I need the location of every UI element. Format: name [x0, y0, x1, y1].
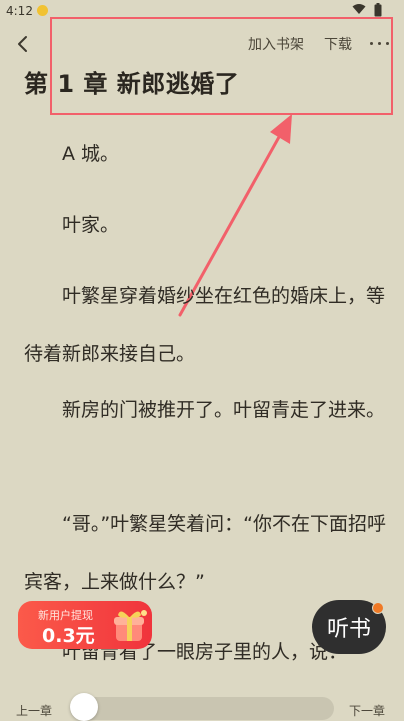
add-to-shelf-button[interactable]: 加入书架 [248, 34, 304, 54]
more-icon[interactable] [369, 37, 391, 49]
chapter-progress-slider[interactable] [70, 697, 334, 720]
chevron-left-icon [18, 36, 27, 52]
paragraph: 新房的门被推开了。叶留青走了进来。 [62, 399, 386, 421]
new-user-withdraw-badge[interactable]: 新用户提现 0.3元 [18, 601, 152, 649]
status-bar: 4:12 [0, 0, 404, 22]
prev-chapter-button[interactable]: 上一章 [16, 702, 52, 719]
listen-label: 听书 [326, 617, 371, 642]
download-button[interactable]: 下载 [324, 34, 352, 54]
paragraph: 叶家。 [62, 214, 120, 236]
paragraph: A 城。 [62, 143, 120, 165]
listen-button[interactable]: 听书 [312, 600, 386, 654]
paragraph: “哥。”叶繁星笑着问：“你不在下面招呼宾客，上来做什么？” [24, 513, 387, 593]
wifi-icon [352, 4, 366, 14]
status-icons [352, 3, 382, 17]
battery-icon [374, 3, 382, 17]
listen-notification-dot [372, 602, 384, 614]
back-button[interactable] [12, 32, 34, 56]
status-time: 4:12 [6, 4, 33, 18]
notification-icon [37, 5, 48, 16]
gift-icon [114, 610, 147, 641]
chapter-title: 第 1 章 新郎逃婚了 [24, 70, 240, 98]
paragraph: 叶繁星穿着婚纱坐在红色的婚床上，等待着新郎来接自己。 [24, 285, 386, 365]
progress-slider-thumb[interactable] [70, 693, 98, 721]
next-chapter-button[interactable]: 下一章 [349, 702, 385, 719]
promo-amount: 0.3元 [42, 625, 95, 647]
